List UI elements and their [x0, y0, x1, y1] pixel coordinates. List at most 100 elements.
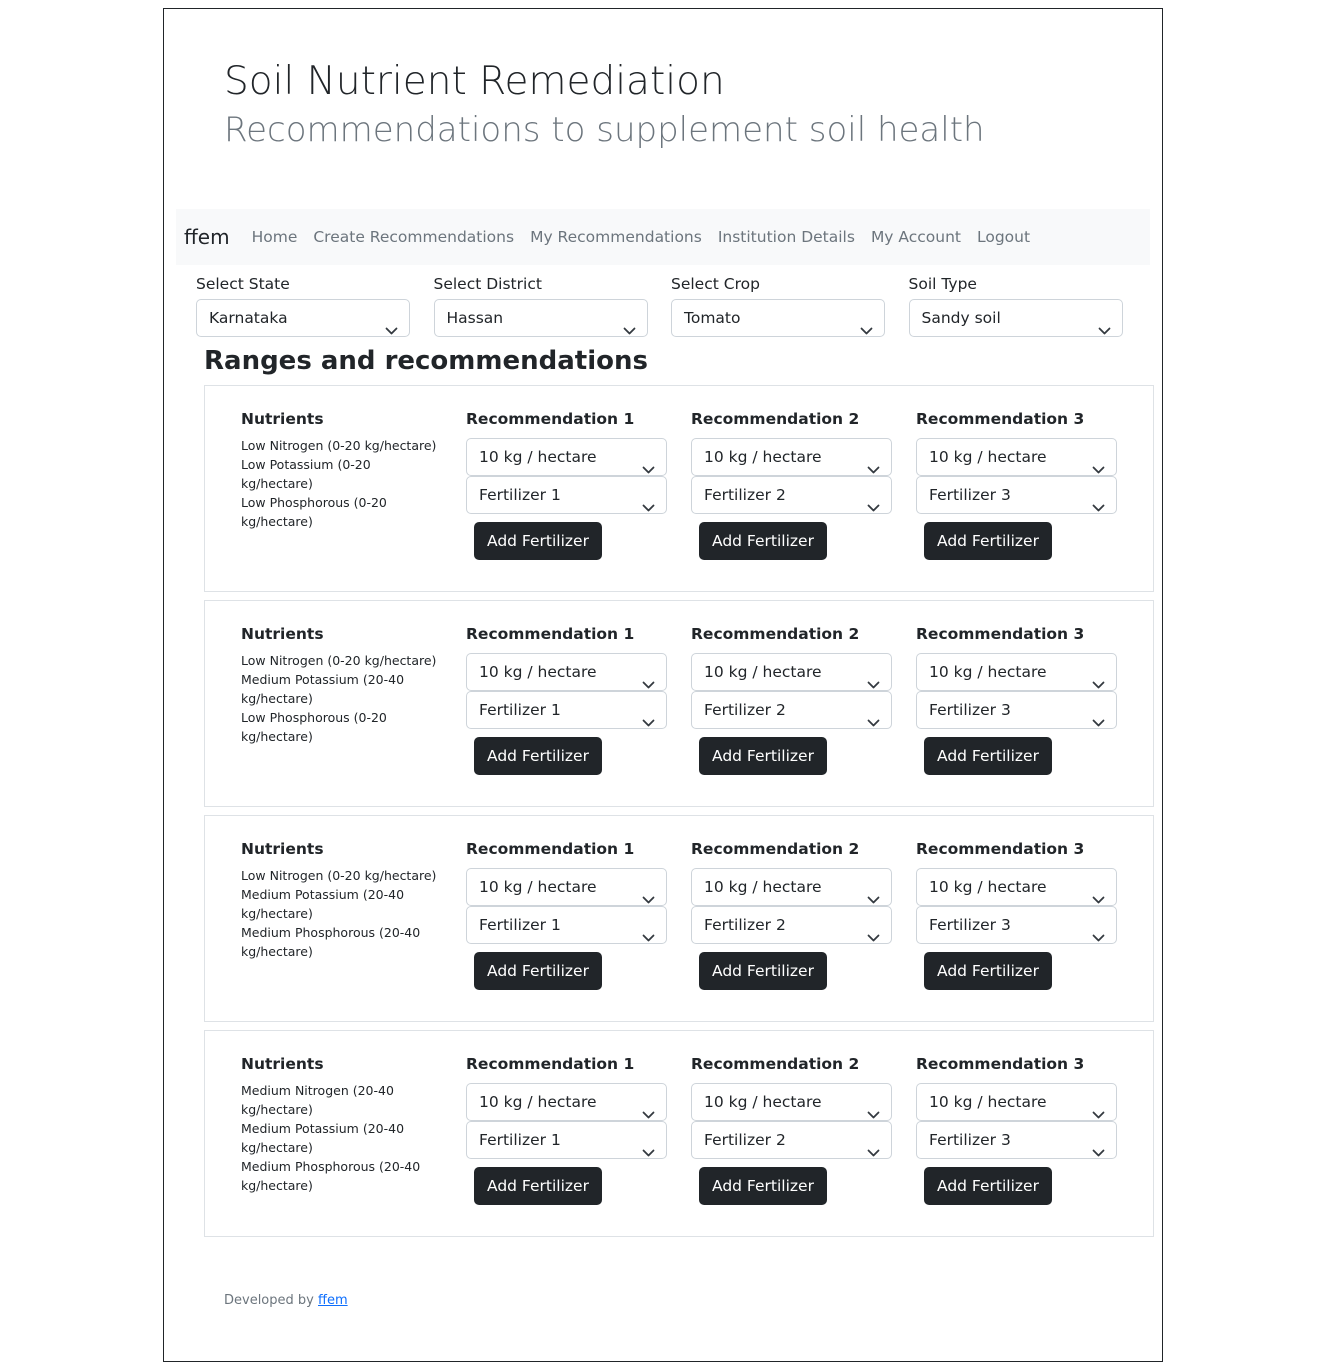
fertilizer-select[interactable]: Fertilizer 2 [691, 1121, 892, 1159]
fertilizer-select-value: Fertilizer 1 [479, 916, 561, 934]
fertilizer-select-value: Fertilizer 2 [704, 916, 786, 934]
nutrient-list: Low Nitrogen (0-20 kg/hectare) Medium Pot… [241, 651, 441, 746]
select-crop[interactable]: Tomato [671, 299, 885, 337]
amount-select-value: 10 kg / hectare [479, 663, 597, 681]
chevron-down-icon [642, 667, 655, 689]
nutrients-heading: Nutrients [241, 410, 324, 428]
fertilizer-select-value: Fertilizer 3 [929, 916, 1011, 934]
nav-link-home[interactable]: Home [244, 228, 306, 246]
add-fertilizer-button[interactable]: Add Fertilizer [699, 737, 827, 775]
nutrient-range: Low Phosphorous (0-20 kg/hectare) [241, 495, 387, 529]
add-fertilizer-button[interactable]: Add Fertilizer [924, 952, 1052, 990]
recommendation-card: Nutrients Medium Nitrogen (20-40 kg/hecta… [204, 1030, 1154, 1237]
add-fertilizer-button[interactable]: Add Fertilizer [474, 1167, 602, 1205]
navbar-brand[interactable]: ffem [184, 225, 230, 249]
chevron-down-icon [1092, 882, 1105, 904]
page-subtitle: Recommendations to supplement soil healt… [224, 110, 985, 150]
add-fertilizer-button[interactable]: Add Fertilizer [699, 1167, 827, 1205]
recommendation-column: Recommendation 1 10 kg / hectare Fertilize… [466, 408, 667, 560]
chevron-down-icon [867, 452, 880, 474]
fertilizer-select[interactable]: Fertilizer 3 [916, 691, 1117, 729]
amount-select[interactable]: 10 kg / hectare [466, 1083, 667, 1121]
add-fertilizer-button[interactable]: Add Fertilizer [699, 522, 827, 560]
chevron-down-icon [867, 920, 880, 942]
fertilizer-select-value: Fertilizer 2 [704, 486, 786, 504]
nutrient-range: Low Phosphorous (0-20 kg/hectare) [241, 710, 387, 744]
amount-select[interactable]: 10 kg / hectare [466, 653, 667, 691]
recommendation-column: Recommendation 2 10 kg / hectare Fertilize… [691, 838, 892, 990]
recommendation-heading: Recommendation 2 [691, 1055, 860, 1073]
add-fertilizer-button[interactable]: Add Fertilizer [474, 737, 602, 775]
select-soil-type[interactable]: Sandy soil [908, 299, 1123, 337]
add-fertilizer-button[interactable]: Add Fertilizer [924, 1167, 1052, 1205]
nutrients-column: Nutrients Low Nitrogen (0-20 kg/hectare) L… [241, 408, 441, 531]
fertilizer-select[interactable]: Fertilizer 2 [691, 906, 892, 944]
nav-link-my-recommendations[interactable]: My Recommendations [522, 228, 710, 246]
amount-select-value: 10 kg / hectare [704, 1093, 822, 1111]
fertilizer-select[interactable]: Fertilizer 3 [916, 476, 1117, 514]
chevron-down-icon [867, 1135, 880, 1157]
select-district[interactable]: Hassan [433, 299, 648, 337]
fertilizer-select[interactable]: Fertilizer 2 [691, 691, 892, 729]
fertilizer-select[interactable]: Fertilizer 1 [466, 476, 667, 514]
add-fertilizer-button[interactable]: Add Fertilizer [699, 952, 827, 990]
amount-select-value: 10 kg / hectare [929, 1093, 1047, 1111]
amount-select[interactable]: 10 kg / hectare [916, 438, 1117, 476]
recommendation-column: Recommendation 1 10 kg / hectare Fertilize… [466, 623, 667, 775]
chevron-down-icon [642, 882, 655, 904]
nutrients-heading: Nutrients [241, 840, 324, 858]
nav-link-logout[interactable]: Logout [969, 228, 1038, 246]
chevron-down-icon [642, 920, 655, 942]
fertilizer-select-value: Fertilizer 1 [479, 486, 561, 504]
chevron-down-icon [1092, 1135, 1105, 1157]
fertilizer-select-value: Fertilizer 1 [479, 1131, 561, 1149]
amount-select[interactable]: 10 kg / hectare [466, 868, 667, 906]
amount-select[interactable]: 10 kg / hectare [916, 653, 1117, 691]
recommendation-heading: Recommendation 2 [691, 410, 860, 428]
fertilizer-select[interactable]: Fertilizer 3 [916, 1121, 1117, 1159]
amount-select[interactable]: 10 kg / hectare [691, 868, 892, 906]
nutrients-heading: Nutrients [241, 625, 324, 643]
amount-select[interactable]: 10 kg / hectare [466, 438, 667, 476]
add-fertilizer-button[interactable]: Add Fertilizer [474, 952, 602, 990]
fertilizer-select[interactable]: Fertilizer 1 [466, 1121, 667, 1159]
add-fertilizer-button[interactable]: Add Fertilizer [474, 522, 602, 560]
add-fertilizer-button[interactable]: Add Fertilizer [924, 522, 1052, 560]
fertilizer-select[interactable]: Fertilizer 1 [466, 906, 667, 944]
amount-select[interactable]: 10 kg / hectare [916, 1083, 1117, 1121]
nutrient-range: Medium Potassium (20-40 kg/hectare) [241, 672, 405, 706]
add-fertilizer-button[interactable]: Add Fertilizer [924, 737, 1052, 775]
amount-select[interactable]: 10 kg / hectare [691, 1083, 892, 1121]
fertilizer-select[interactable]: Fertilizer 3 [916, 906, 1117, 944]
fertilizer-select-value: Fertilizer 1 [479, 701, 561, 719]
nav-link-create-recommendations[interactable]: Create Recommendations [305, 228, 522, 246]
fertilizer-select-value: Fertilizer 3 [929, 701, 1011, 719]
page-header: Soil Nutrient Remediation Recommendation… [224, 59, 985, 151]
fertilizer-select-value: Fertilizer 2 [704, 1131, 786, 1149]
recommendation-heading: Recommendation 2 [691, 840, 860, 858]
select-state[interactable]: Karnataka [196, 299, 410, 337]
amount-select-value: 10 kg / hectare [929, 878, 1047, 896]
nav-link-my-account[interactable]: My Account [863, 228, 969, 246]
chevron-down-icon [867, 705, 880, 727]
nutrient-range: Medium Phosphorous (20-40 kg/hectare) [241, 925, 421, 959]
chevron-down-icon [867, 490, 880, 512]
chevron-down-icon [642, 490, 655, 512]
recommendation-column: Recommendation 2 10 kg / hectare Fertilize… [691, 623, 892, 775]
amount-select[interactable]: 10 kg / hectare [916, 868, 1117, 906]
fertilizer-select[interactable]: Fertilizer 2 [691, 476, 892, 514]
amount-select[interactable]: 10 kg / hectare [691, 653, 892, 691]
filter-label: Select District [433, 275, 542, 293]
nav-link-institution-details[interactable]: Institution Details [710, 228, 863, 246]
recommendation-heading: Recommendation 1 [466, 410, 635, 428]
amount-select[interactable]: 10 kg / hectare [691, 438, 892, 476]
recommendation-column: Recommendation 3 10 kg / hectare Fertilize… [916, 838, 1117, 990]
nutrient-range: Medium Nitrogen (20-40 kg/hectare) [241, 1083, 394, 1117]
filter-soil-type: Soil Type Sandy soil [908, 273, 1123, 337]
nutrient-list: Low Nitrogen (0-20 kg/hectare) Medium Pot… [241, 866, 441, 961]
chevron-down-icon [1092, 705, 1105, 727]
fertilizer-select[interactable]: Fertilizer 1 [466, 691, 667, 729]
footer-link[interactable]: ffem [318, 1293, 348, 1308]
recommendation-card: Nutrients Low Nitrogen (0-20 kg/hectare) M… [204, 815, 1154, 1022]
recommendation-card: Nutrients Low Nitrogen (0-20 kg/hectare) L… [204, 385, 1154, 592]
